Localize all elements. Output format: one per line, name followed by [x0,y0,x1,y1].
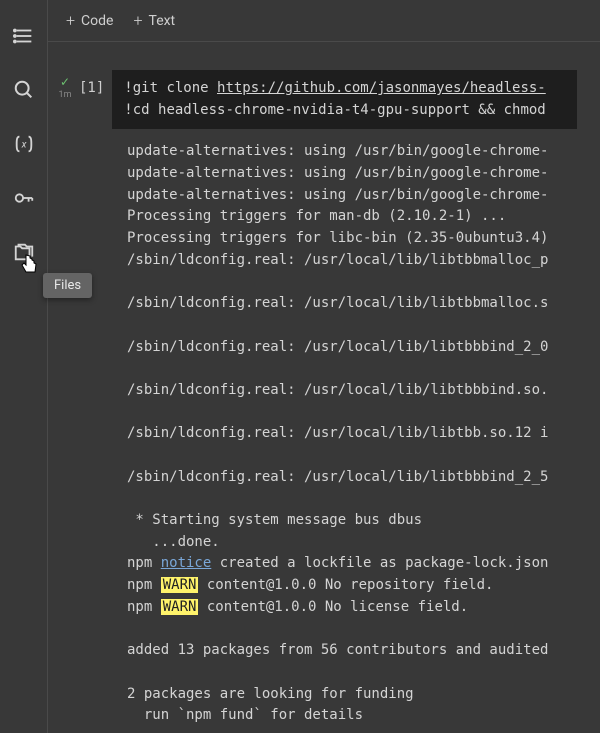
add-text-label: Text [149,13,176,29]
output-line: Processing triggers for man-db (2.10.2-1… [127,208,506,224]
npm-prefix: npm [127,577,161,593]
npm-prefix: npm [127,599,161,615]
check-icon: ✓ [60,76,70,88]
files-icon[interactable] [8,236,40,268]
npm-warn-rest: content@1.0.0 No repository field. [198,577,493,593]
npm-notice-word: notice [161,555,212,571]
main-area: + Code + Text ✓ 1m [1]!git clone https:/… [48,0,600,733]
cell-gutter: ✓ 1m [55,70,75,100]
npm-warn-word: WARN [161,577,199,593]
output-line: run `npm fund` for details [127,707,363,723]
output-line: Processing triggers for libc-bin (2.35-0… [127,230,548,246]
output-line: /sbin/ldconfig.real: /usr/local/lib/libt… [127,469,548,485]
cell-output: update-alternatives: using /usr/bin/goog… [75,129,600,727]
toolbar: + Code + Text [48,0,600,42]
code-line-1-prefix: !git clone [124,80,217,96]
output-line: added 13 packages from 56 contributors a… [127,642,548,658]
npm-prefix: npm [127,555,161,571]
sidebar: x [0,0,48,733]
add-code-button[interactable]: + Code [66,11,113,30]
output-line: 2 packages are looking for funding [127,686,414,702]
variables-icon[interactable]: x [8,128,40,160]
notebook-content: ✓ 1m [1]!git clone https://github.com/ja… [48,42,600,733]
output-line: /sbin/ldconfig.real: /usr/local/lib/libt… [127,295,548,311]
code-editor[interactable]: !git clone https://github.com/jasonmayes… [112,70,577,129]
toc-icon[interactable] [8,20,40,52]
output-line: /sbin/ldconfig.real: /usr/local/lib/libt… [127,252,548,268]
plus-icon: + [133,11,142,30]
output-line: /sbin/ldconfig.real: /usr/local/lib/libt… [127,425,548,441]
add-text-button[interactable]: + Text [133,11,175,30]
output-line: ...done. [127,534,220,550]
code-line-2: !cd headless-chrome-nvidia-t4-gpu-suppor… [124,102,545,118]
output-line: * Starting system message bus dbus [127,512,422,528]
plus-icon: + [66,11,75,30]
output-line: /sbin/ldconfig.real: /usr/local/lib/libt… [127,382,548,398]
code-cell[interactable]: ✓ 1m [1]!git clone https://github.com/ja… [55,70,600,727]
secrets-icon[interactable] [8,182,40,214]
svg-text:x: x [20,140,26,151]
search-icon[interactable] [8,74,40,106]
cell-body: [1]!git clone https://github.com/jasonma… [75,70,600,727]
execution-count: [1] [75,70,112,96]
output-line: update-alternatives: using /usr/bin/goog… [127,187,548,203]
files-tooltip: Files [43,273,92,298]
output-line: update-alternatives: using /usr/bin/goog… [127,143,548,159]
npm-warn-rest: content@1.0.0 No license field. [198,599,468,615]
add-code-label: Code [81,13,113,29]
code-line-1-url[interactable]: https://github.com/jasonmayes/headless- [217,80,546,96]
output-line: update-alternatives: using /usr/bin/goog… [127,165,548,181]
npm-notice-rest: created a lockfile as package-lock.json [211,555,548,571]
output-line: /sbin/ldconfig.real: /usr/local/lib/libt… [127,339,548,355]
npm-warn-word: WARN [161,599,199,615]
execution-timing: 1m [59,90,72,100]
